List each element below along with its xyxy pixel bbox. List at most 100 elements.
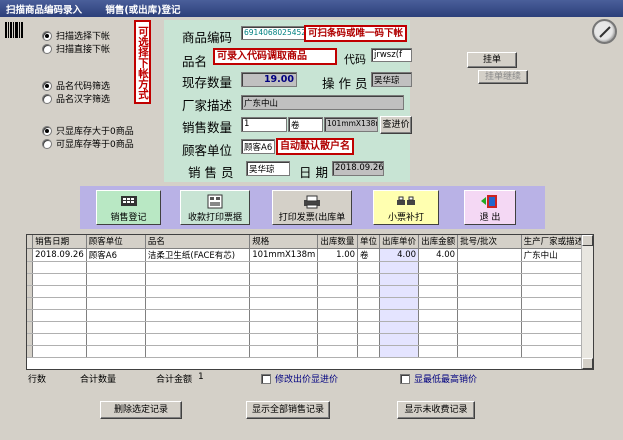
table-cell[interactable] <box>379 285 420 298</box>
table-row[interactable]: 2018.09.26 顾客A6 洁柔卫生纸(FACE有芯) 101mmX138m 1.0… <box>27 248 593 262</box>
table-cell[interactable] <box>379 309 420 322</box>
table-cell[interactable] <box>86 285 146 298</box>
receipt-print-button[interactable]: 收款打印票据 <box>180 190 250 225</box>
table-cell[interactable] <box>86 261 146 274</box>
table-cell[interactable] <box>357 261 381 274</box>
table-cell[interactable] <box>457 321 522 334</box>
table-row[interactable] <box>27 273 593 286</box>
table-cell[interactable] <box>32 285 87 298</box>
table-cell[interactable] <box>379 297 420 310</box>
table-cell[interactable] <box>32 297 87 310</box>
table-cell[interactable] <box>418 345 459 358</box>
table-cell[interactable] <box>379 333 420 346</box>
table-cell[interactable] <box>317 309 359 322</box>
table-cell[interactable] <box>32 345 87 358</box>
code-input[interactable]: 6914068025452 <box>241 26 309 40</box>
table-cell[interactable] <box>249 321 319 334</box>
table-cell[interactable] <box>86 345 146 358</box>
table-cell[interactable] <box>317 345 359 358</box>
table-cell[interactable] <box>32 321 87 334</box>
maker-input[interactable]: 广东中山 <box>241 95 404 110</box>
table-cell[interactable] <box>249 333 319 346</box>
table-cell[interactable]: 4.00 <box>379 248 420 262</box>
table-cell[interactable] <box>145 261 251 274</box>
table-cell[interactable] <box>418 309 459 322</box>
table-cell[interactable] <box>145 297 251 310</box>
table-cell[interactable] <box>457 333 522 346</box>
table-row[interactable] <box>27 333 593 346</box>
table-cell[interactable] <box>379 345 420 358</box>
col-header[interactable]: 销售日期 <box>32 235 87 249</box>
table-row[interactable] <box>27 285 593 298</box>
table-cell[interactable] <box>317 285 359 298</box>
table-cell[interactable] <box>145 333 251 346</box>
col-header[interactable]: 顾客单位 <box>86 235 146 249</box>
radio-name-code[interactable]: 品名代码筛选 <box>42 79 110 92</box>
table-cell[interactable] <box>145 321 251 334</box>
seller-input[interactable]: 吴华琼 <box>246 161 290 176</box>
table-row[interactable] <box>27 345 593 358</box>
table-cell[interactable] <box>357 285 381 298</box>
table-cell[interactable] <box>32 261 87 274</box>
table-cell[interactable] <box>418 273 459 286</box>
table-cell[interactable] <box>379 273 420 286</box>
table-cell[interactable] <box>32 309 87 322</box>
table-cell[interactable]: 2018.09.26 <box>32 248 87 262</box>
sales-register-button[interactable]: 销售登记 <box>96 190 161 225</box>
table-row[interactable] <box>27 321 593 334</box>
name-code-input[interactable]: jrwsz(f <box>371 48 412 62</box>
table-cell[interactable] <box>249 261 319 274</box>
table-cell[interactable] <box>457 285 522 298</box>
table-cell[interactable] <box>418 333 459 346</box>
print-invoice-button[interactable]: 打印发票(出库单 <box>272 190 352 225</box>
qty-input[interactable]: 1 <box>241 117 287 132</box>
table-cell[interactable] <box>86 273 146 286</box>
table-cell[interactable] <box>86 333 146 346</box>
table-cell[interactable] <box>249 345 319 358</box>
table-cell[interactable] <box>357 309 381 322</box>
name-input[interactable]: 可录入代码调取商品 <box>213 48 337 65</box>
grid-scrollbar[interactable] <box>581 235 593 369</box>
show-cost-checkbox[interactable]: 修改出价显进价 <box>261 372 338 385</box>
table-cell[interactable] <box>357 321 381 334</box>
table-cell[interactable]: 洁柔卫生纸(FACE有芯) <box>145 248 251 262</box>
table-cell[interactable] <box>249 285 319 298</box>
table-cell[interactable] <box>418 297 459 310</box>
col-header[interactable]: 出库单价 <box>379 235 420 249</box>
table-cell[interactable] <box>317 297 359 310</box>
table-cell[interactable] <box>418 321 459 334</box>
table-cell[interactable] <box>145 285 251 298</box>
col-header[interactable]: 品名 <box>145 235 251 249</box>
col-header[interactable]: 批号/批次 <box>457 235 522 249</box>
delete-record-button[interactable]: 删除选定记录 <box>100 401 182 419</box>
date-value[interactable]: 2018.09.26 <box>332 161 384 176</box>
hang-order-button[interactable]: 挂单 <box>467 52 517 68</box>
col-header[interactable]: 规格 <box>249 235 319 249</box>
table-cell[interactable]: 卷 <box>357 248 381 262</box>
table-cell[interactable]: 101mmX138m <box>249 248 319 262</box>
table-cell[interactable] <box>86 297 146 310</box>
scroll-down-arrow-icon[interactable] <box>582 358 593 369</box>
table-cell[interactable] <box>32 333 87 346</box>
radio-stock-zero[interactable]: 可显库存等于0商品 <box>42 137 134 150</box>
col-header[interactable]: 单位 <box>357 235 381 249</box>
table-cell[interactable] <box>357 297 381 310</box>
table-cell[interactable] <box>457 261 522 274</box>
table-cell[interactable] <box>32 273 87 286</box>
table-cell[interactable]: 1.00 <box>317 248 359 262</box>
table-cell[interactable] <box>418 285 459 298</box>
table-cell[interactable]: 4.00 <box>418 248 459 262</box>
table-cell[interactable] <box>357 333 381 346</box>
table-cell[interactable] <box>317 333 359 346</box>
scroll-up-arrow-icon[interactable] <box>582 235 593 246</box>
radio-stock-positive[interactable]: 只显库存大于0商品 <box>42 124 134 137</box>
table-cell[interactable] <box>457 273 522 286</box>
radio-scan-select[interactable]: 扫描选择下帐 <box>42 29 110 42</box>
table-cell[interactable]: 顾客A6 <box>86 248 146 262</box>
exit-button[interactable]: 退 出 <box>464 190 516 225</box>
table-cell[interactable] <box>457 297 522 310</box>
table-cell[interactable] <box>418 261 459 274</box>
table-cell[interactable] <box>457 345 522 358</box>
table-cell[interactable] <box>145 309 251 322</box>
help-button[interactable] <box>592 19 617 44</box>
